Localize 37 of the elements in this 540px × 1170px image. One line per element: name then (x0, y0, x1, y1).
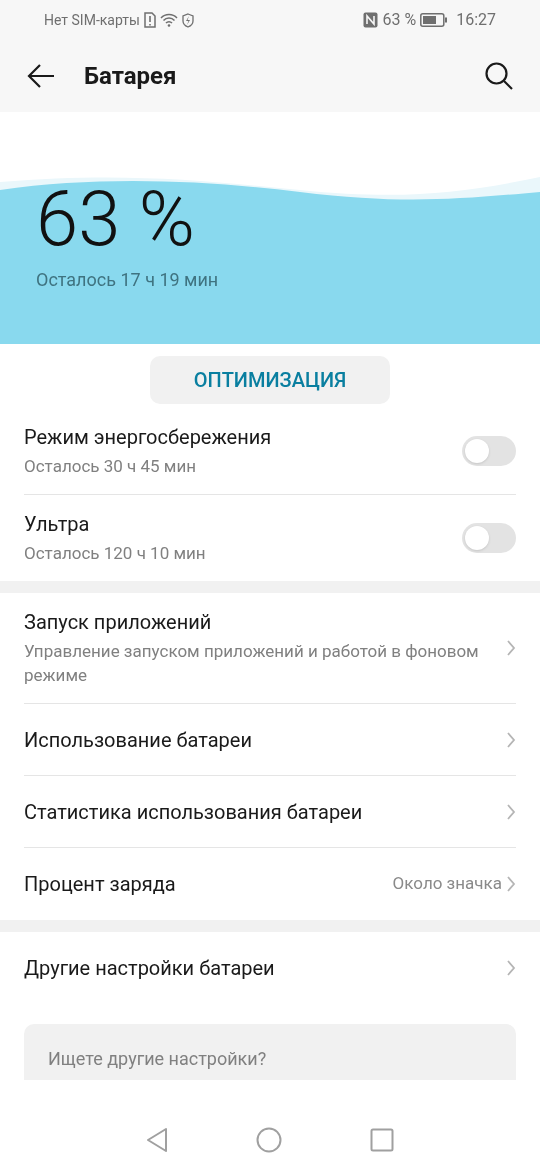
setting-title[interactable]: Запуск приложений (24, 609, 490, 635)
battery-level-text: 63 % (36, 174, 195, 264)
setting-title[interactable]: Другие настройки батареи (24, 955, 490, 981)
chevron-right-icon (506, 875, 516, 893)
sim-alert-icon (143, 12, 156, 28)
page-title: Батарея (84, 61, 178, 92)
home-nav-icon[interactable] (256, 1127, 282, 1153)
setting-title[interactable]: Статистика использования батареи (24, 798, 490, 825)
setting-subtitle: Осталось 30 ч 45 мин (24, 455, 198, 478)
toggle-switch[interactable] (462, 523, 516, 553)
back-arrow-icon[interactable] (26, 62, 56, 90)
setting-title[interactable]: Режим энергосбережения (24, 424, 446, 450)
chevron-right-icon (506, 959, 516, 977)
shield-bolt-icon (181, 12, 194, 28)
setting-value: Около значка (392, 872, 502, 896)
toggle-switch[interactable] (462, 436, 516, 466)
clock-text: 16:27 (456, 9, 496, 31)
battery-icon (420, 13, 449, 27)
search-icon[interactable] (484, 61, 514, 91)
chevron-right-icon (506, 730, 516, 749)
optimize-button[interactable]: ОПТИМИЗАЦИЯ (150, 356, 390, 404)
suggestion-card[interactable]: Ищете другие настройки? (24, 1024, 516, 1080)
battery-percent: 63 % (382, 9, 417, 31)
setting-title[interactable]: Использование батареи (24, 726, 490, 753)
setting-title[interactable]: Процент заряда (24, 871, 377, 897)
chevron-right-icon (506, 639, 516, 657)
nfc-icon (363, 12, 379, 28)
chevron-right-icon (506, 802, 516, 821)
wifi-icon (159, 13, 178, 27)
setting-title[interactable]: Ультра (24, 511, 446, 537)
setting-subtitle: Осталось 120 ч 10 мин (24, 542, 207, 565)
recents-nav-icon[interactable] (370, 1128, 394, 1152)
remaining-time-text: Осталось 17 ч 19 мин (36, 268, 219, 292)
setting-subtitle: Управление запуском приложений и работой в фоновом режиме (24, 640, 480, 687)
carrier-text: Нет SIM-карты (44, 10, 140, 30)
suggestion-title: Ищете другие настройки? (48, 1047, 267, 1071)
back-nav-icon[interactable] (146, 1127, 168, 1153)
